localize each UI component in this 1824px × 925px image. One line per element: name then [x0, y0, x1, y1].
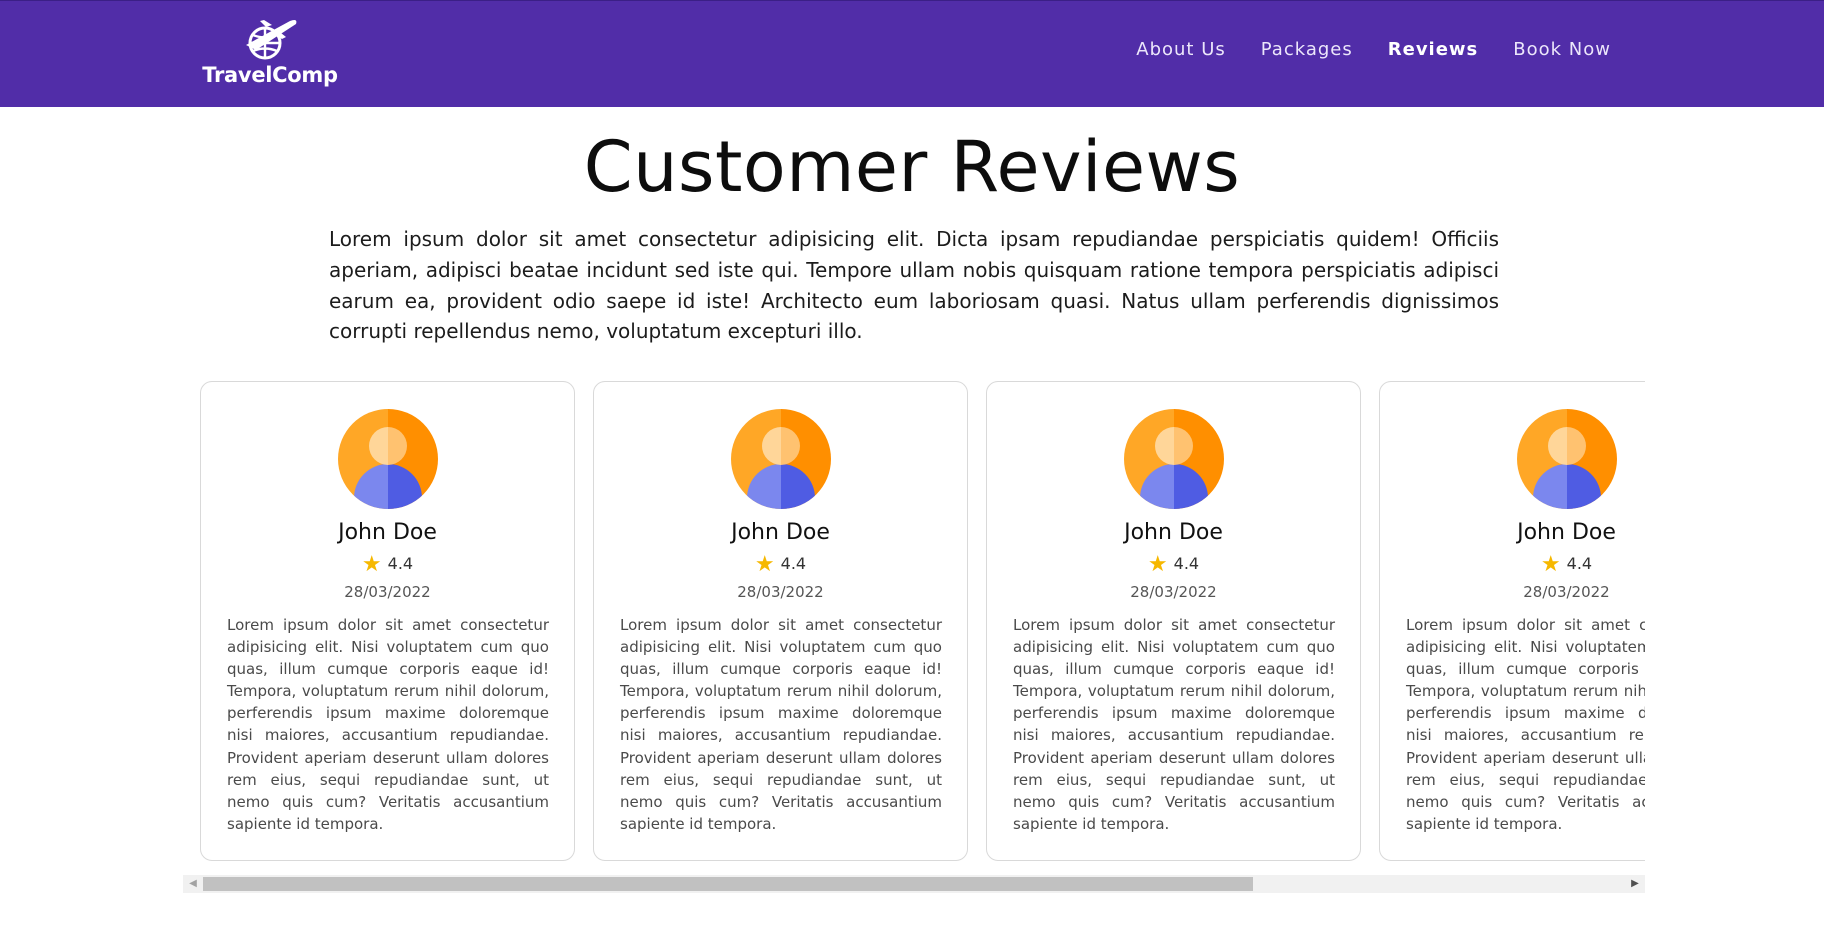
review-text: Lorem ipsum dolor sit amet consectetur a… [1013, 616, 1335, 833]
main-nav: About Us Packages Reviews Book Now [1136, 39, 1611, 60]
rating: ★ 4.4 [594, 552, 967, 577]
brand-name: TravelComp [202, 63, 338, 87]
top-navbar: TravelComp About Us Packages Reviews Boo… [0, 0, 1824, 107]
brand-logo[interactable]: TravelComp [200, 15, 340, 95]
rating-value: 4.4 [387, 554, 414, 573]
review-card: John Doe ★ 4.4 28/03/2022 Lorem ipsum dol… [1379, 381, 1645, 861]
rating-value: 4.4 [1173, 554, 1200, 573]
reviewer-name: John Doe [1517, 520, 1616, 545]
star-icon: ★ [361, 552, 382, 577]
user-avatar-icon [1124, 409, 1224, 509]
rating: ★ 4.4 [1380, 552, 1645, 577]
nav-link-packages[interactable]: Packages [1261, 39, 1353, 60]
rating: ★ 4.4 [987, 552, 1360, 577]
scroll-left-arrow-icon[interactable]: ◀ [183, 875, 203, 893]
review-date: 28/03/2022 [344, 583, 431, 601]
user-avatar-icon [1517, 409, 1617, 509]
reviewer-name: John Doe [1124, 520, 1223, 545]
nav-link-reviews[interactable]: Reviews [1388, 39, 1479, 60]
reviewer-name: John Doe [731, 520, 830, 545]
horizontal-scrollbar[interactable]: ◀ ▶ [183, 875, 1645, 893]
page-title: Customer Reviews [583, 126, 1241, 208]
scrollbar-thumb[interactable] [203, 877, 1253, 891]
reviews-carousel[interactable]: John Doe ★ 4.4 28/03/2022 Lorem ipsum dol… [183, 381, 1645, 861]
reviews-track: John Doe ★ 4.4 28/03/2022 Lorem ipsum dol… [200, 381, 1645, 861]
user-avatar-icon [731, 409, 831, 509]
review-card: John Doe ★ 4.4 28/03/2022 Lorem ipsum dol… [986, 381, 1361, 861]
star-icon: ★ [1540, 552, 1561, 577]
review-date: 28/03/2022 [1523, 583, 1610, 601]
review-date: 28/03/2022 [1130, 583, 1217, 601]
review-text: Lorem ipsum dolor sit amet consectetur a… [620, 616, 942, 833]
review-text: Lorem ipsum dolor sit amet consectetur a… [1406, 616, 1645, 833]
star-icon: ★ [754, 552, 775, 577]
review-text: Lorem ipsum dolor sit amet consectetur a… [227, 616, 549, 833]
airplane-globe-logo-icon [246, 20, 297, 60]
intro-paragraph: Lorem ipsum dolor sit amet consectetur a… [329, 227, 1499, 344]
rating-value: 4.4 [780, 554, 807, 573]
nav-link-book-now[interactable]: Book Now [1513, 39, 1611, 60]
review-card: John Doe ★ 4.4 28/03/2022 Lorem ipsum dol… [200, 381, 575, 861]
rating: ★ 4.4 [201, 552, 574, 577]
review-date: 28/03/2022 [737, 583, 824, 601]
nav-link-about-us[interactable]: About Us [1136, 39, 1226, 60]
star-icon: ★ [1147, 552, 1168, 577]
rating-value: 4.4 [1566, 554, 1593, 573]
reviewer-name: John Doe [338, 520, 437, 545]
review-card: John Doe ★ 4.4 28/03/2022 Lorem ipsum dol… [593, 381, 968, 861]
scroll-right-arrow-icon[interactable]: ▶ [1625, 875, 1645, 893]
user-avatar-icon [338, 409, 438, 509]
